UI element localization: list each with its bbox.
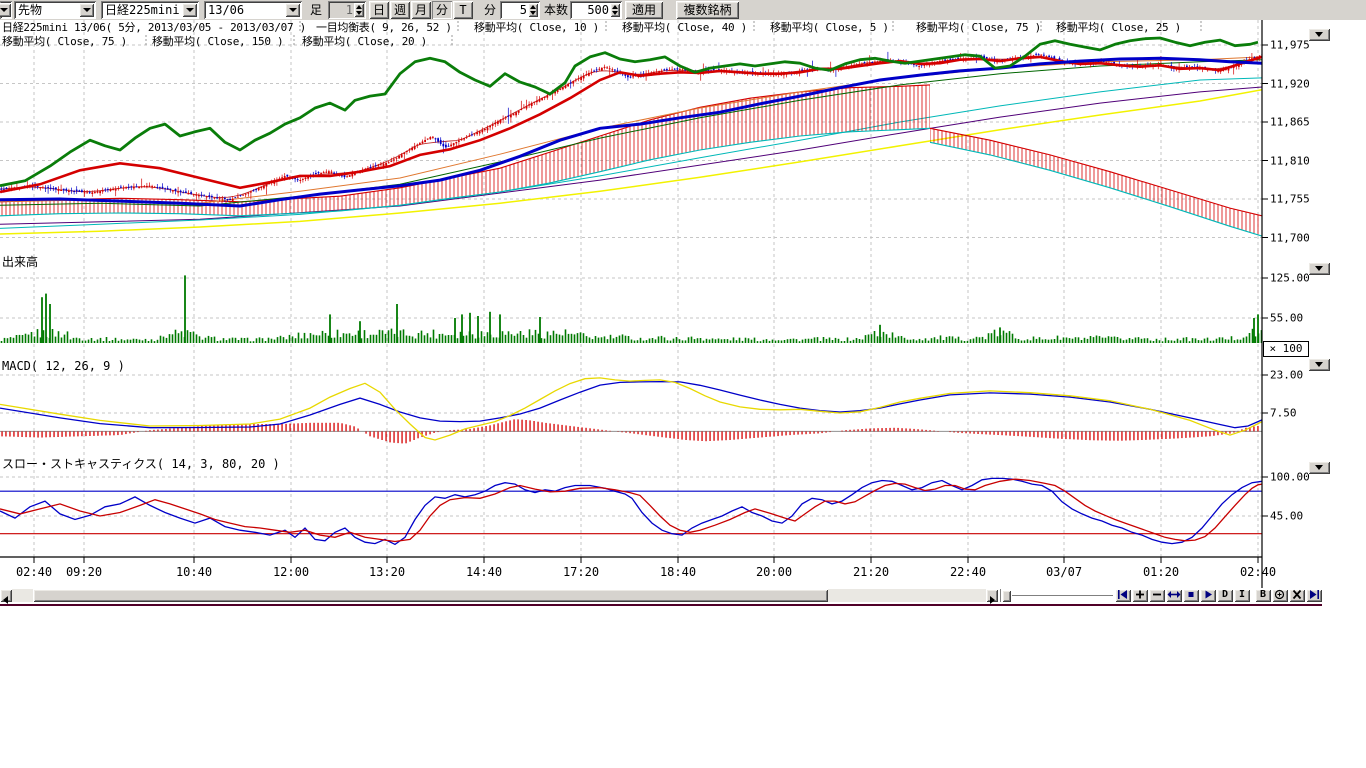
scrollbar-thumb[interactable] <box>33 589 828 602</box>
macd-histogram <box>1 419 1258 443</box>
play-button[interactable] <box>1200 589 1216 602</box>
jump-last-button[interactable] <box>1306 589 1322 602</box>
fit-width-button[interactable] <box>1166 589 1182 602</box>
first-icon <box>1116 589 1130 600</box>
plus-icon <box>1133 589 1147 600</box>
bar-width-slider-handle[interactable] <box>1002 590 1011 602</box>
mode-b-button[interactable]: B <box>1255 589 1271 602</box>
chart-canvas[interactable] <box>0 0 1340 608</box>
close-tool-button[interactable] <box>1289 589 1305 602</box>
last-icon <box>1307 589 1321 600</box>
zoomplus-icon <box>1273 589 1287 600</box>
scrollbar-track[interactable] <box>828 589 986 602</box>
mode-i-button[interactable]: I <box>1234 589 1250 602</box>
divider <box>1000 589 1001 602</box>
volume-bars <box>1 275 1263 343</box>
gridlines <box>0 20 1262 557</box>
zoom-in-button[interactable] <box>1132 589 1148 602</box>
zoom-tool-button[interactable] <box>1272 589 1288 602</box>
window-bottom-edge <box>0 604 1322 606</box>
chart-application-window: 先物 日経225mini 13/06 足 1 日週月分T 分 5 本数 500 … <box>0 0 1366 768</box>
scrollbar-left-arrow[interactable] <box>0 589 12 602</box>
play-icon <box>1201 589 1215 600</box>
bar-width-slider-track[interactable] <box>1012 595 1113 597</box>
close-icon <box>1290 589 1304 600</box>
plot-area <box>0 20 1263 557</box>
mode-d-button[interactable]: D <box>1217 589 1233 602</box>
stop-icon <box>1184 589 1198 600</box>
hfit-icon <box>1167 589 1181 600</box>
jump-first-button[interactable] <box>1115 589 1131 602</box>
scrollbar-right-arrow[interactable] <box>986 589 998 602</box>
stop-button[interactable] <box>1183 589 1199 602</box>
scrollbar-track[interactable] <box>12 589 33 602</box>
minus-icon <box>1150 589 1164 600</box>
zoom-out-button[interactable] <box>1149 589 1165 602</box>
